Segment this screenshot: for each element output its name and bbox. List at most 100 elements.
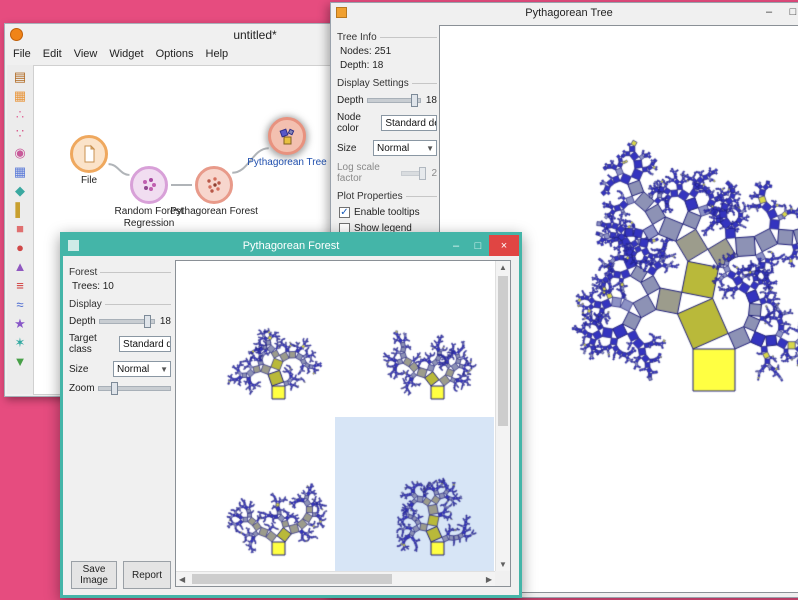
heat-map-icon[interactable]: ▦ [10,162,30,180]
size-select[interactable]: Normal▼ [113,361,171,377]
depth-value: 18 [158,316,171,327]
tree-titlebar[interactable]: Pythagorean Tree – □ [331,3,798,23]
depth-label: Depth [337,95,364,106]
enable-tooltips-checkbox[interactable]: ✓ Enable tooltips [339,207,437,218]
log-scale-slider [401,171,423,176]
widget-node-file[interactable]: File [70,135,108,173]
horizontal-scroll-thumb[interactable] [192,574,392,584]
report-button[interactable]: Report [123,561,171,589]
scroll-right-icon[interactable]: ▶ [486,575,492,584]
tree-thumbnail-grid [176,261,495,571]
vertical-scroll-thumb[interactable] [498,276,508,426]
zoom-slider-handle[interactable] [111,382,118,395]
tree-thumbnail-canvas [180,425,330,565]
tree-thumbnail-canvas [180,269,330,409]
plot-properties-header: Plot Properties [337,191,403,202]
depth-slider[interactable] [367,98,421,103]
file-import-icon[interactable]: ▤ [10,67,30,85]
node-color-select[interactable]: Standard devia▼ [381,115,437,131]
scroll-up-icon[interactable]: ▲ [496,263,510,272]
log-scale-label: Log scale factor [337,162,398,184]
close-button[interactable]: × [489,235,519,256]
trees-count: Trees: 10 [72,281,171,292]
widget-toolbox: ▤▦∴∵◉▦◆▌■●▲≡≈★✶▼ [7,65,34,394]
tree-window-title: Pythagorean Tree [525,7,612,19]
save-image-button[interactable]: Save Image [71,561,117,589]
tree-viewer-icon[interactable]: ◆ [10,181,30,199]
target-class-label: Target class [69,333,116,355]
scroll-left-icon[interactable]: ◀ [179,575,185,584]
widget-label: File [45,175,133,187]
widget-label: Pythagorean Forest [170,206,258,218]
depth-slider-handle[interactable] [411,94,418,107]
display-header: Display [69,299,102,310]
predictions-icon[interactable]: ≈ [10,295,30,313]
depth-value: 18 [424,95,437,106]
tree-window-icon [336,7,347,18]
widget-node-pythagorean-tree[interactable]: Pythagorean Tree [268,117,306,155]
widget-node-random-forest-regression[interactable]: Random Forest Regression [130,166,168,204]
pythagorean-forest-window: Pythagorean Forest – □ × Forest Trees: 1… [60,232,522,598]
learner-icon[interactable]: ▲ [10,257,30,275]
target-class-select[interactable]: Standard devia▼ [119,336,171,352]
test-score-icon[interactable]: ≡ [10,276,30,294]
desktop: untitled* FileEditViewWidgetOptionsHelp … [0,0,798,600]
workflow-link[interactable] [109,164,130,175]
scrollbar-corner [495,571,510,586]
size-label: Size [69,364,88,375]
menu-help[interactable]: Help [200,47,235,61]
widget-label: Pythagorean Tree [243,157,331,169]
box-plot-icon[interactable]: ▌ [10,200,30,218]
depth-slider-handle[interactable] [144,315,151,328]
maximize-button[interactable]: □ [467,235,489,256]
forest-window-title: Pythagorean Forest [243,240,340,252]
vertical-scrollbar[interactable]: ▲ ▼ [495,261,510,571]
random-forest-widget-icon [130,166,168,204]
size-select[interactable]: Normal▼ [373,140,437,156]
tree-thumbnail-1[interactable] [176,261,335,417]
menu-widget[interactable]: Widget [103,47,149,61]
chevron-down-icon: ▼ [426,144,434,153]
widget-node-pythagorean-forest[interactable]: Pythagorean Forest [195,166,233,204]
file-widget-icon [70,135,108,173]
tree-thumbnail-3[interactable] [176,417,335,571]
zoom-label: Zoom [69,383,95,394]
chevron-down-icon: ▼ [160,365,168,374]
scroll-down-icon[interactable]: ▼ [496,560,510,569]
network-icon[interactable]: ◉ [10,143,30,161]
depth-label: Depth [69,316,96,327]
preprocess-icon[interactable]: ✶ [10,333,30,351]
pca-icon[interactable]: ▼ [10,352,30,370]
data-table-icon[interactable]: ▦ [10,86,30,104]
tree-thumbnail-4-selected[interactable] [335,417,494,571]
forest-window-icon [68,240,79,251]
maximize-button[interactable]: □ [781,4,798,20]
nodes-count: Nodes: 251 [340,46,437,57]
zoom-slider[interactable] [98,386,171,391]
menu-edit[interactable]: Edit [37,47,68,61]
horizontal-scrollbar[interactable]: ◀ ▶ [176,571,495,586]
minimize-button[interactable]: – [445,235,467,256]
log-scale-value: 2 [426,168,437,179]
tree-thumbnail-2[interactable] [335,261,494,417]
forest-titlebar[interactable]: Pythagorean Forest – □ × [63,235,519,256]
menu-file[interactable]: File [7,47,37,61]
tree-info-header: Tree Info [337,32,377,43]
mosaic-display-icon[interactable]: ■ [10,219,30,237]
distributions-icon[interactable]: ∵ [10,124,30,142]
pythagorean-forest-widget-icon [195,166,233,204]
orange-logo-icon [10,28,23,41]
forest-settings-panel: Forest Trees: 10 Display Depth 18 Target… [69,260,171,591]
minimize-button[interactable]: – [757,4,781,20]
menu-view[interactable]: View [68,47,104,61]
depth-slider[interactable] [99,319,155,324]
pythagorean-tree-widget-icon [268,117,306,155]
node-color-label: Node color [337,112,378,134]
scatter-plot-icon[interactable]: ∴ [10,105,30,123]
tree-depth-info: Depth: 18 [340,60,437,71]
rank-icon[interactable]: ★ [10,314,30,332]
forest-grid-panel: ▲ ▼ ◀ ▶ [175,260,511,587]
checkbox-checked-icon: ✓ [339,207,350,218]
sieve-diagram-icon[interactable]: ● [10,238,30,256]
menu-options[interactable]: Options [150,47,200,61]
